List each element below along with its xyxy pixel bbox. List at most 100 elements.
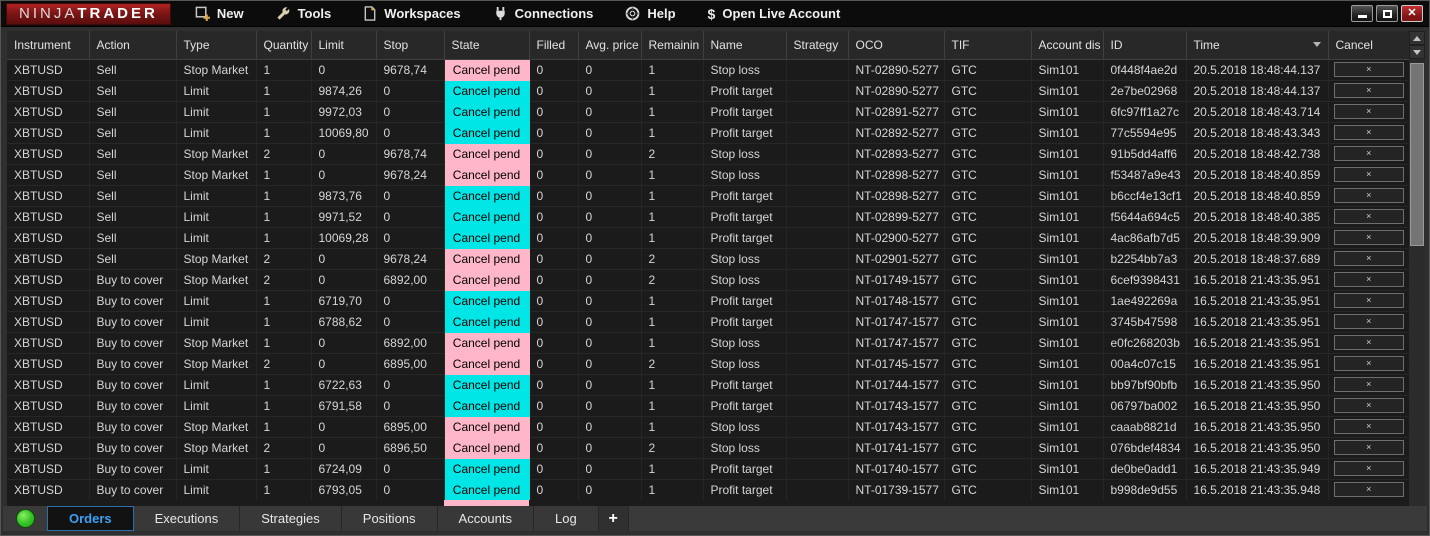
cancel-order-button[interactable]: × — [1333, 62, 1404, 77]
column-header-filled[interactable]: Filled — [529, 31, 579, 60]
scroll-down-button[interactable] — [1409, 45, 1425, 59]
column-header-action[interactable]: Action — [89, 31, 177, 60]
add-tab-button[interactable]: + — [598, 506, 629, 531]
cancel-order-button[interactable]: × — [1333, 335, 1404, 350]
order-row[interactable]: XBTUSD Sell Limit 1 10069,28 0 Cancel pend 0 0 1 P… — [7, 227, 1409, 249]
order-row[interactable]: XBTUSD Sell Limit 1 9972,03 0 Cancel pend 0 0 1 Pr… — [7, 101, 1409, 123]
cancel-order-button[interactable]: × — [1333, 125, 1404, 140]
cell-filled: 0 — [529, 164, 579, 186]
tab-executions[interactable]: Executions — [133, 506, 241, 531]
close-button[interactable]: ✕ — [1401, 5, 1423, 22]
maximize-button[interactable] — [1376, 5, 1398, 22]
cancel-order-button[interactable]: × — [1333, 251, 1404, 266]
column-header-name[interactable]: Name — [703, 31, 787, 60]
scrollbar-thumb[interactable] — [1410, 63, 1424, 246]
column-header-state[interactable]: State — [444, 31, 530, 60]
cell-account: Sim101 — [1031, 290, 1104, 312]
cancel-order-button[interactable]: × — [1333, 146, 1404, 161]
cell-account: Sim101 — [1031, 248, 1104, 270]
cell-limit: 6722,63 — [311, 374, 377, 396]
column-header-time[interactable]: Time — [1186, 31, 1329, 60]
menu-open-live-account[interactable]: $ Open Live Account — [692, 1, 857, 27]
cancel-order-button[interactable]: × — [1333, 188, 1404, 203]
cell-tif: GTC — [944, 311, 1032, 333]
column-header-strategy[interactable]: Strategy — [786, 31, 849, 60]
menu-tools[interactable]: Tools — [260, 1, 348, 27]
cancel-order-button[interactable]: × — [1333, 293, 1404, 308]
order-row[interactable]: XBTUSD Buy to cover Stop Market 1 0 6895,00 Ca… — [7, 416, 1409, 438]
scroll-up-button[interactable] — [1409, 31, 1425, 45]
cell-type: Limit — [176, 185, 257, 207]
menu-new[interactable]: New — [179, 1, 260, 27]
connection-status — [3, 506, 47, 531]
cell-stop: 9678,74 — [376, 59, 445, 81]
vertical-scrollbar[interactable] — [1409, 31, 1425, 506]
tab-label: Strategies — [261, 511, 320, 526]
cancel-order-button[interactable]: × — [1333, 230, 1404, 245]
column-header-limit[interactable]: Limit — [311, 31, 377, 60]
maximize-icon — [1382, 9, 1392, 18]
column-header-type[interactable]: Type — [176, 31, 257, 60]
order-row[interactable]: XBTUSD Buy to cover Limit 1 6793,05 0 Cancel p… — [7, 479, 1409, 501]
cell-strategy — [786, 332, 849, 354]
order-row[interactable]: XBTUSD Buy to cover Stop Market 2 0 6892,00 Ca… — [7, 269, 1409, 291]
tab-strategies[interactable]: Strategies — [240, 506, 342, 531]
cancel-order-button[interactable]: × — [1333, 83, 1404, 98]
menu-connections[interactable]: Connections — [477, 1, 610, 27]
cancel-order-button[interactable]: × — [1333, 377, 1404, 392]
cancel-order-button[interactable]: × — [1333, 272, 1404, 287]
order-row[interactable]: XBTUSD Buy to cover Limit 1 6724,09 0 Cancel p… — [7, 458, 1409, 480]
cancel-order-button[interactable]: × — [1333, 398, 1404, 413]
cancel-order-button[interactable]: × — [1333, 440, 1404, 455]
order-row[interactable]: XBTUSD Buy to cover Stop Market 1 0 6892,00 Ca… — [7, 332, 1409, 354]
order-row[interactable]: XBTUSD Buy to cover Stop Market 2 0 6896,50 Ca… — [7, 437, 1409, 459]
column-header-quantity[interactable]: Quantity — [256, 31, 312, 60]
order-row[interactable]: XBTUSD Sell Limit 1 10069,80 0 Cancel pend 0 0 1 P… — [7, 122, 1409, 144]
cancel-order-button[interactable]: × — [1333, 167, 1404, 182]
menu-workspaces[interactable]: Workspaces — [347, 1, 476, 27]
tab-orders[interactable]: Orders — [47, 506, 134, 531]
cancel-order-button[interactable]: × — [1333, 209, 1404, 224]
cancel-order-button[interactable]: × — [1333, 461, 1404, 476]
cell-id: 06797ba002 — [1103, 395, 1187, 417]
order-row[interactable]: XBTUSD Buy to cover Limit 1 6719,70 0 Cancel p… — [7, 290, 1409, 312]
column-header-account[interactable]: Account dis — [1031, 31, 1104, 60]
order-row[interactable]: XBTUSD Sell Stop Market 1 0 9678,24 Cancel pen… — [7, 164, 1409, 186]
order-row[interactable]: XBTUSD Buy to cover Limit 1 6722,63 0 Cancel p… — [7, 374, 1409, 396]
order-row[interactable]: XBTUSD Sell Limit 1 9874,26 0 Cancel pend 0 0 1 Pr… — [7, 80, 1409, 102]
column-header-tif[interactable]: TIF — [944, 31, 1032, 60]
minimize-button[interactable] — [1351, 5, 1373, 22]
order-row[interactable]: XBTUSD Sell Stop Market 1 0 9678,74 Cancel pen… — [7, 59, 1409, 81]
column-header-remaining[interactable]: Remainin — [641, 31, 704, 60]
tab-accounts[interactable]: Accounts — [437, 506, 535, 531]
column-header-instrument[interactable]: Instrument — [7, 31, 90, 60]
cancel-order-button[interactable]: × — [1333, 314, 1404, 329]
column-header-cancel[interactable]: Cancel — [1328, 31, 1410, 60]
cancel-order-button[interactable]: × — [1333, 482, 1404, 497]
cell-id: bb97bf90bfb — [1103, 374, 1187, 396]
tab-log[interactable]: Log — [534, 506, 599, 531]
column-header-avg_price[interactable]: Avg. price — [578, 31, 642, 60]
order-row[interactable]: XBTUSD Sell Stop Market 2 0 9678,74 Cancel pen… — [7, 143, 1409, 165]
cancel-order-button[interactable]: × — [1333, 419, 1404, 434]
tab-positions[interactable]: Positions — [341, 506, 438, 531]
order-row[interactable]: XBTUSD Buy to cover Limit 1 6791,58 0 Cancel p… — [7, 395, 1409, 417]
connection-status-icon[interactable] — [15, 509, 35, 528]
cancel-order-button[interactable]: × — [1333, 104, 1404, 119]
cell-state: Cancel pend — [444, 206, 530, 228]
cell-limit: 0 — [311, 143, 377, 165]
order-row[interactable]: XBTUSD Buy to cover Stop Market 2 0 6895,00 Ca… — [7, 353, 1409, 375]
order-row[interactable]: XBTUSD Sell Limit 1 9873,76 0 Cancel pend 0 0 1 Pr… — [7, 185, 1409, 207]
cell-limit: 9874,26 — [311, 80, 377, 102]
column-header-id[interactable]: ID — [1103, 31, 1187, 60]
order-row[interactable]: XBTUSD Sell Stop Market 2 0 9678,24 Cancel pen… — [7, 248, 1409, 270]
column-header-stop[interactable]: Stop — [376, 31, 445, 60]
column-header-oco[interactable]: OCO — [848, 31, 945, 60]
window-controls: ✕ — [1351, 5, 1429, 22]
cancel-order-button[interactable]: × — [1333, 356, 1404, 371]
order-row[interactable]: XBTUSD Buy to cover Limit 1 6788,62 0 Cancel p… — [7, 311, 1409, 333]
cell-quantity: 1 — [256, 59, 312, 81]
menu-help[interactable]: Help — [609, 1, 691, 27]
cell-action: Buy to cover — [89, 269, 177, 291]
order-row[interactable]: XBTUSD Sell Limit 1 9971,52 0 Cancel pend 0 0 1 Pr… — [7, 206, 1409, 228]
